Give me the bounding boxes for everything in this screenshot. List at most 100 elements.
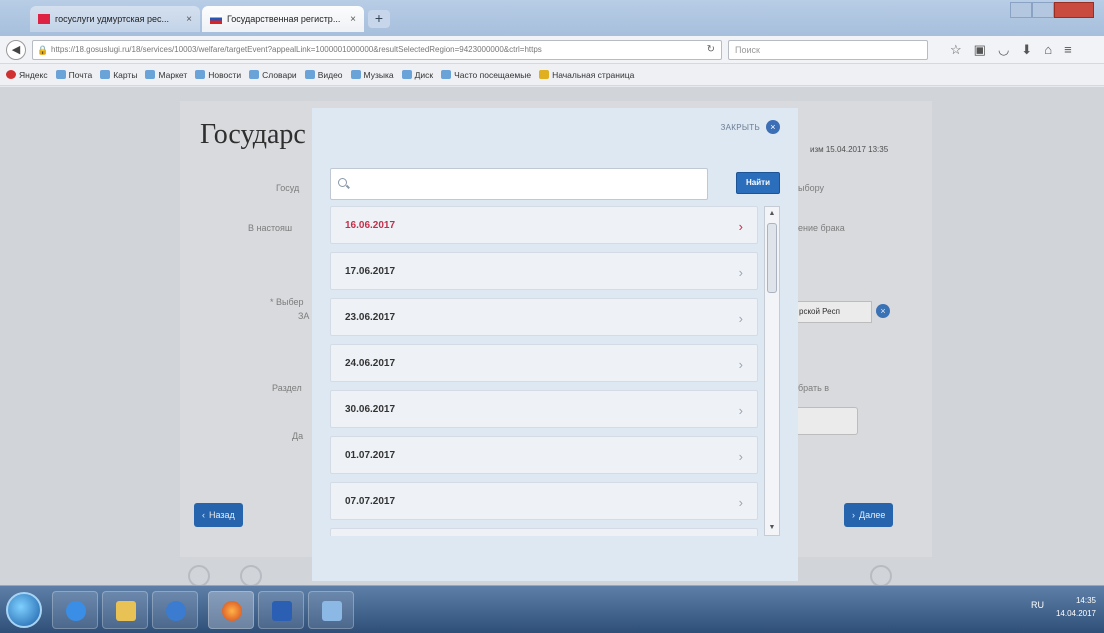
bookmark-label: Начальная страница (552, 69, 635, 80)
bookmark-mail[interactable]: Почта (55, 70, 92, 80)
chevron-right-icon: › (738, 265, 743, 280)
taskbar-word[interactable] (258, 591, 304, 629)
close-icon[interactable]: × (766, 120, 780, 134)
bookmark-dictionaries[interactable]: Словари (249, 70, 297, 80)
date-item[interactable]: 07.07.2017 › (330, 482, 758, 520)
scroll-thumb[interactable] (767, 223, 777, 293)
date-item[interactable]: 30.06.2017 › (330, 390, 758, 428)
scroll-up-icon[interactable]: ▲ (765, 207, 779, 221)
date-picker-modal: ЗАКРЫТЬ × Найти 16.06.2017 › 17.06.2017 … (312, 108, 798, 581)
new-tab-button[interactable]: + (368, 10, 390, 28)
window-controls (1010, 2, 1094, 18)
bookmark-label: Музыка (363, 69, 394, 80)
date-item[interactable]: 01.07.2017 › (330, 436, 758, 474)
pocket-icon[interactable]: ◡ (998, 42, 1009, 58)
bookmark-label: Словари (262, 69, 297, 80)
menu-icon[interactable]: ≡ (1064, 42, 1072, 58)
taskbar-app[interactable] (308, 591, 354, 629)
bookmark-maps[interactable]: Карты (100, 70, 137, 80)
close-label: ЗАКРЫТЬ (720, 122, 760, 132)
bookmark-label: Маркет (158, 69, 188, 80)
close-tab-icon[interactable]: × (186, 14, 192, 25)
find-button[interactable]: Найти (736, 172, 780, 194)
flag-favicon-icon (210, 14, 222, 24)
firefox-icon (222, 601, 242, 621)
browser-navbar: ◀ 🔒 https://18.gosuslugi.ru/18/services/… (0, 36, 1104, 64)
bookmarks-bar: Яндекс Почта Карты Маркет Новости Словар… (0, 64, 1104, 86)
home-icon[interactable]: ⌂ (1044, 42, 1052, 58)
start-button[interactable] (6, 592, 42, 628)
list-scrollbar[interactable]: ▲ ▼ (764, 206, 780, 536)
folder-icon (249, 70, 260, 79)
date-item[interactable]: 24.06.2017 › (330, 344, 758, 382)
date-value: 16.06.2017 (345, 219, 396, 231)
download-icon[interactable]: ⬇ (1021, 42, 1032, 58)
tab-label: госуслуги удмуртская рес... (55, 14, 170, 24)
bookmark-label: Новости (208, 69, 242, 80)
bookmark-news[interactable]: Новости (195, 70, 241, 80)
date-value: 17.06.2017 (345, 265, 396, 277)
bookmark-music[interactable]: Музыка (350, 69, 394, 80)
chevron-right-icon: › (738, 219, 743, 234)
system-clock[interactable]: 14:35 14.04.2017 (1048, 594, 1096, 620)
bookmark-disk[interactable]: Диск (401, 69, 434, 80)
browser-tabbar: госуслуги удмуртская рес... × Государств… (0, 0, 1104, 36)
reload-icon[interactable]: ↻ (707, 41, 715, 59)
clock-date: 14.04.2017 (1055, 609, 1096, 618)
folder-icon (401, 70, 412, 79)
date-item-selected[interactable]: 16.06.2017 › (330, 206, 758, 244)
date-value: 07.07.2017 (345, 495, 396, 507)
date-value: 23.06.2017 (345, 311, 396, 323)
word-icon (272, 601, 292, 621)
star-icon[interactable]: ☆ (950, 42, 962, 58)
browser-search-input[interactable]: Поиск (728, 40, 928, 60)
reading-list-icon[interactable]: ▣ (974, 42, 986, 58)
yandex-icon (6, 70, 16, 79)
date-value: 24.06.2017 (345, 357, 396, 369)
chevron-right-icon: › (738, 311, 743, 326)
bookmark-market[interactable]: Маркет (145, 70, 187, 80)
maximize-button[interactable] (1032, 2, 1054, 18)
bookmark-most-visited[interactable]: Часто посещаемые (441, 70, 531, 80)
date-item-partial[interactable] (330, 528, 758, 536)
search-placeholder: Поиск (735, 45, 760, 55)
taskbar-media[interactable] (152, 591, 198, 629)
date-item[interactable]: 23.06.2017 › (330, 298, 758, 336)
folder-icon (304, 70, 315, 79)
tab-label: Государственная регистр... (227, 14, 341, 24)
date-value: 30.06.2017 (345, 403, 396, 415)
close-tab-icon[interactable]: × (350, 14, 356, 25)
media-player-icon (166, 601, 186, 621)
tab-gosuslugi[interactable]: госуслуги удмуртская рес... × (30, 6, 200, 32)
folder-icon (145, 70, 156, 79)
date-item[interactable]: 17.06.2017 › (330, 252, 758, 290)
back-arrow-icon[interactable]: ◀ (6, 40, 26, 60)
taskbar-ie[interactable] (52, 591, 98, 629)
window-close-button[interactable] (1054, 2, 1094, 18)
bookmark-video[interactable]: Видео (304, 69, 343, 80)
tab-state-registration[interactable]: Государственная регистр... × (202, 6, 364, 32)
minimize-button[interactable] (1010, 2, 1032, 18)
folder-icon (350, 70, 361, 79)
search-input[interactable] (330, 168, 708, 200)
folder-icon (116, 601, 136, 621)
bookmark-yandex[interactable]: Яндекс (6, 70, 48, 80)
ie-icon (66, 601, 86, 621)
search-area: Найти (330, 168, 780, 200)
bookmark-label: Диск (414, 69, 434, 80)
scroll-down-icon[interactable]: ▼ (765, 521, 779, 535)
chevron-right-icon: › (738, 403, 743, 418)
window-icon (322, 601, 342, 621)
tray-language[interactable]: RU (1031, 600, 1044, 610)
modal-close-button[interactable]: ЗАКРЫТЬ × (721, 120, 780, 134)
windows-taskbar: RU 14:35 14.04.2017 (0, 585, 1104, 633)
bookmark-label: Карты (113, 69, 138, 80)
bookmark-start-page[interactable]: Начальная страница (539, 70, 634, 80)
url-text: https://18.gosuslugi.ru/18/services/1000… (51, 45, 542, 54)
taskbar-firefox[interactable] (208, 591, 254, 629)
taskbar-explorer[interactable] (102, 591, 148, 629)
chevron-right-icon: › (738, 449, 743, 464)
bookmark-label: Видео (317, 69, 343, 80)
bookmark-label: Часто посещаемые (454, 69, 532, 80)
address-bar[interactable]: 🔒 https://18.gosuslugi.ru/18/services/10… (32, 40, 722, 60)
